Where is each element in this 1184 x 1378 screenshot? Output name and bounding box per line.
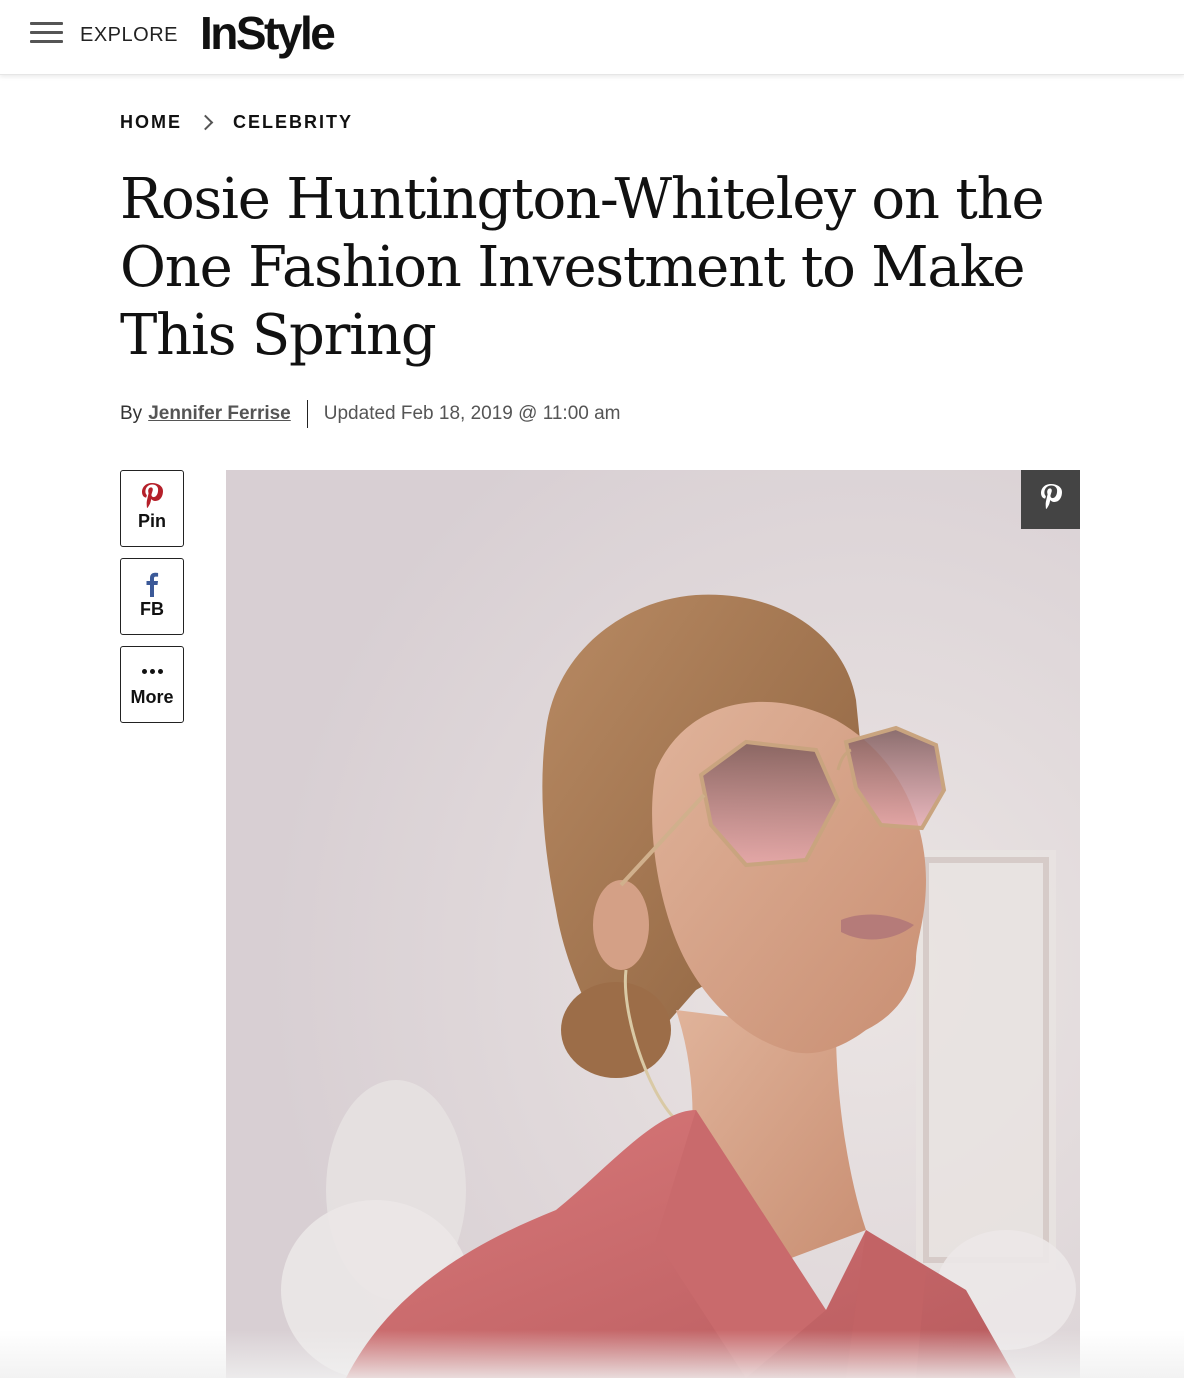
ellipsis-icon: [121, 657, 183, 687]
fb-label: FB: [140, 599, 164, 619]
chevron-right-icon: [197, 114, 214, 131]
site-logo[interactable]: InStyle: [200, 6, 336, 60]
pin-label: Pin: [137, 511, 166, 531]
explore-link[interactable]: EXPLORE: [80, 24, 178, 47]
site-header: EXPLORE InStyle: [0, 0, 1184, 75]
breadcrumb-celebrity[interactable]: CELEBRITY: [233, 112, 353, 133]
byline-prefix: By: [120, 403, 143, 424]
more-label: More: [130, 687, 174, 707]
pinterest-icon: [1039, 482, 1063, 517]
facebook-icon: [121, 569, 183, 599]
breadcrumb-home[interactable]: HOME: [120, 112, 182, 133]
byline-divider: [306, 400, 308, 428]
pin-share-button[interactable]: Pin: [120, 470, 184, 547]
image-pin-button[interactable]: [1021, 470, 1080, 529]
pinterest-icon: [121, 481, 183, 511]
hero-photo[interactable]: [226, 470, 1080, 1378]
facebook-share-button[interactable]: FB: [120, 558, 184, 635]
breadcrumb: HOME CELEBRITY: [120, 112, 353, 133]
more-share-button[interactable]: More: [120, 646, 184, 723]
hamburger-menu-icon[interactable]: [30, 22, 64, 48]
author-link[interactable]: Jennifer Ferrise: [148, 403, 291, 425]
byline: By Jennifer Ferrise Updated Feb 18, 2019…: [120, 400, 621, 428]
article-title: Rosie Huntington-Whiteley on the One Fas…: [120, 167, 1045, 368]
updated-date: Updated Feb 18, 2019 @ 11:00 am: [323, 403, 621, 424]
